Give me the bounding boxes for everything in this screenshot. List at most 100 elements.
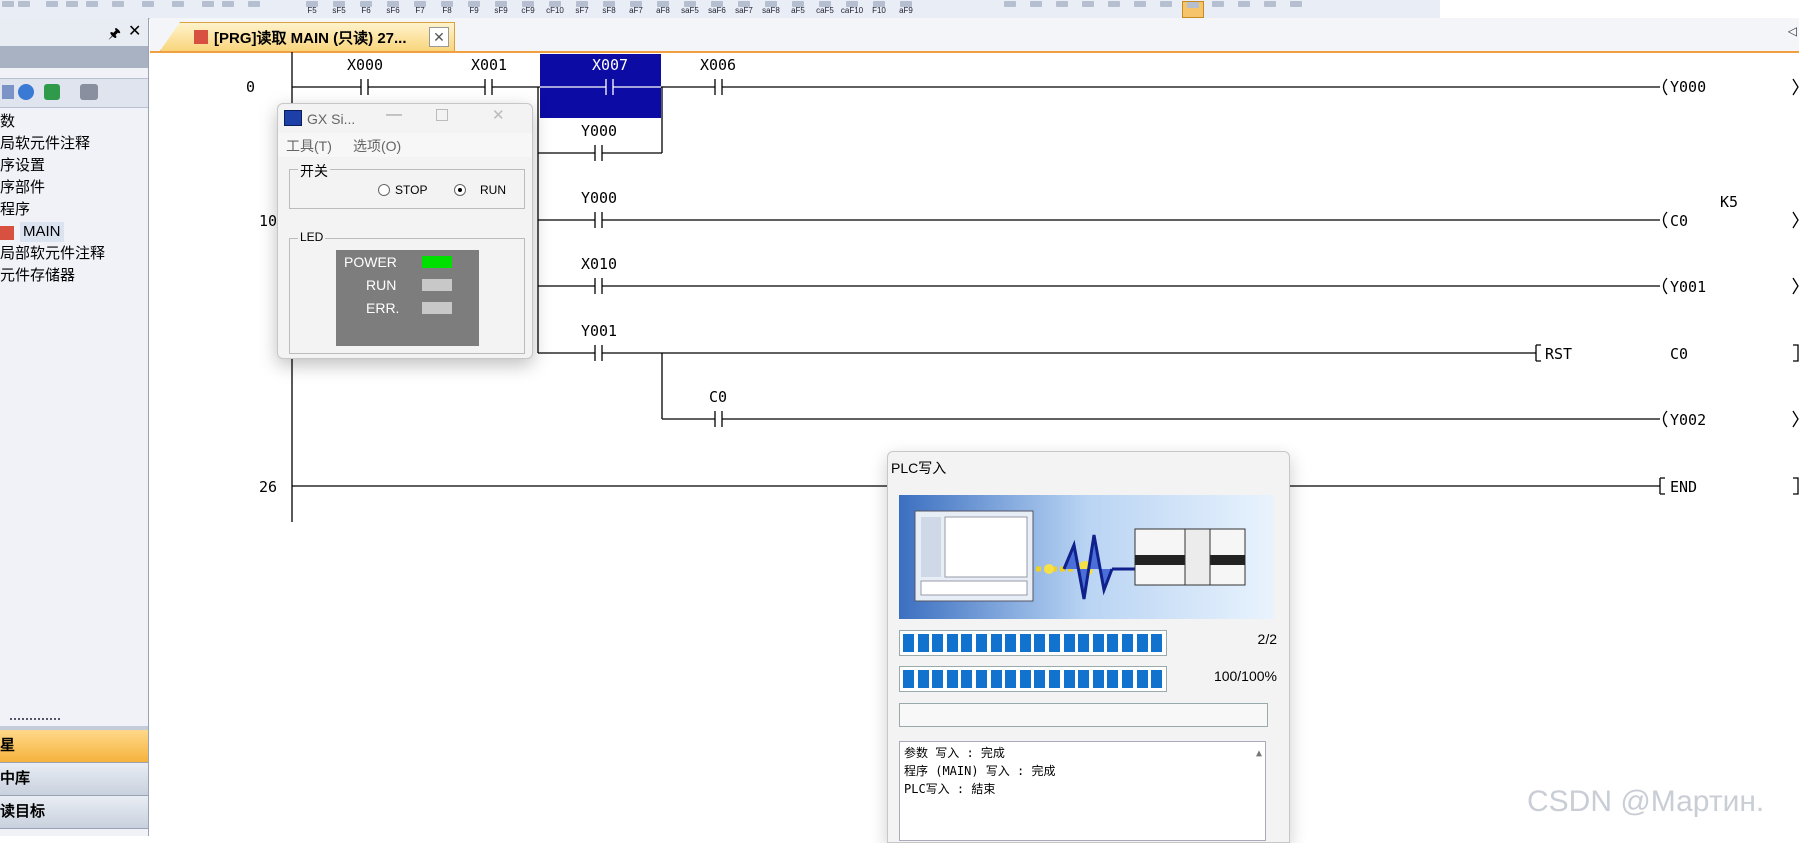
coil-y001[interactable]: Y001 [1670, 278, 1706, 296]
toolbar-fkey-f8[interactable]: F8 [435, 1, 459, 16]
toolbar-view-button[interactable] [1130, 1, 1150, 16]
toolbar-view-button[interactable] [1104, 1, 1124, 16]
minimize-icon[interactable]: — [386, 106, 402, 124]
instruction-rst-operand[interactable]: C0 [1670, 345, 1688, 363]
toolbar-tool-button[interactable] [16, 1, 32, 16]
toolbar-fkey-f10[interactable]: F10 [867, 1, 891, 16]
toolbar-view-button[interactable] [1052, 1, 1072, 16]
progress-segment [961, 670, 973, 688]
toolbar-tool-button[interactable] [110, 1, 126, 16]
progress-segment [1019, 670, 1031, 688]
close-icon[interactable]: ✕ [128, 21, 141, 41]
toolbar-fkey-f7[interactable]: F7 [408, 1, 432, 16]
toolbar-fkey-f5[interactable]: F5 [300, 1, 324, 16]
bottom-tab-project[interactable]: 星 [0, 730, 148, 763]
write-log[interactable]: 参数 写入 : 完成 程序 (MAIN) 写入 : 完成 PLC写入 : 結束 … [899, 741, 1266, 841]
coil-y000[interactable]: Y000 [1670, 78, 1706, 96]
tree-item-program-parts[interactable]: 序部件 [0, 178, 45, 198]
contact-x006[interactable]: X006 [700, 56, 736, 74]
contact-x007[interactable]: X007 [592, 56, 628, 74]
toolbar-tool-button[interactable] [170, 1, 186, 16]
coil-c0[interactable]: C0 [1670, 212, 1688, 230]
settings-dropdown-icon[interactable] [80, 84, 98, 100]
close-window-icon[interactable]: ✕ [492, 106, 505, 124]
bottom-tab-library[interactable]: 中库 [0, 763, 148, 796]
contact-x010[interactable]: X010 [581, 255, 617, 273]
contact-y001[interactable]: Y001 [581, 322, 617, 340]
toolbar-tool-button[interactable] [0, 1, 16, 16]
contact-y000-counter[interactable]: Y000 [581, 189, 617, 207]
toolbar-view-button[interactable] [1078, 1, 1098, 16]
scroll-up-icon[interactable]: ▲ [1256, 745, 1262, 763]
toolbar-view-button[interactable] [1182, 1, 1204, 18]
toolbar-fkey-saf8[interactable]: saF8 [759, 1, 783, 16]
contact-x000[interactable]: X000 [347, 56, 383, 74]
instruction-end[interactable]: END [1670, 478, 1697, 496]
contact-c0[interactable]: C0 [709, 388, 727, 406]
toolbar-fkey-f9[interactable]: F9 [462, 1, 486, 16]
refresh-icon[interactable] [44, 84, 60, 100]
tree-item-local-comment[interactable]: 局部软元件注释 [0, 244, 105, 264]
toolbar-fkey-af8[interactable]: aF8 [651, 1, 675, 16]
toolbar-tool-button[interactable] [246, 1, 262, 16]
toolbar-tool-button[interactable] [200, 1, 216, 16]
run-radio-label[interactable]: RUN [480, 183, 506, 197]
toolbar-fkey-sf9[interactable]: sF9 [489, 1, 513, 16]
progress-segment [1049, 634, 1060, 652]
toolbar-fkey-sf8[interactable]: sF8 [597, 1, 621, 16]
splitter-grip[interactable] [10, 718, 60, 724]
toolbar-fkey-af7[interactable]: aF7 [624, 1, 648, 16]
menu-tools[interactable]: 工具(T) [286, 136, 332, 156]
toolbar-tool-button[interactable] [140, 1, 156, 16]
tree-item-device-memory[interactable]: 元件存储器 [0, 266, 75, 286]
contact-y000-hold[interactable]: Y000 [581, 122, 617, 140]
toolbar-view-button[interactable] [1000, 1, 1020, 16]
toolbar-fkey-cf9[interactable]: cF9 [516, 1, 540, 16]
instruction-rst[interactable]: RST [1545, 345, 1572, 363]
maximize-icon[interactable] [436, 109, 448, 121]
toolbar-view-button[interactable] [1286, 1, 1306, 16]
toolbar-view-button[interactable] [1026, 1, 1046, 16]
toolbar-fkey-caf5[interactable]: caF5 [813, 1, 837, 16]
toolbar-tool-button[interactable] [220, 1, 236, 16]
toolbar-fkey-f6[interactable]: F6 [354, 1, 378, 16]
tree-item-program-settings[interactable]: 序设置 [0, 156, 45, 176]
tree-item-global-comment[interactable]: 局软元件注释 [0, 134, 90, 154]
toolbar-fkey-af5[interactable]: aF5 [786, 1, 810, 16]
toolbar-fkey-sf6[interactable]: sF6 [381, 1, 405, 16]
bottom-tab-connection[interactable]: 读目标 [0, 796, 148, 829]
toolbar-tool-button[interactable] [44, 1, 60, 16]
tree-item-main[interactable]: MAIN [20, 222, 64, 242]
toolbar-view-button[interactable] [1208, 1, 1228, 16]
simulator-app-icon [284, 110, 302, 126]
coil-y002[interactable]: Y002 [1670, 411, 1706, 429]
toolbar-fkey-saf7[interactable]: saF7 [732, 1, 756, 16]
toolbar-view-button[interactable] [1260, 1, 1280, 16]
contact-x001[interactable]: X001 [471, 56, 507, 74]
progress-segment [1034, 670, 1046, 688]
log-line: PLC写入 : 結束 [904, 782, 996, 796]
document-tab-close-icon[interactable]: ✕ [429, 27, 449, 47]
tab-scroll-left-icon[interactable]: ◁ [1788, 24, 1797, 38]
pin-icon[interactable]: 🖈 [108, 23, 121, 47]
toolbar-tool-button[interactable] [64, 1, 80, 16]
toolbar-view-button[interactable] [1156, 1, 1176, 16]
toolbar-fkey-cf10[interactable]: cF10 [543, 1, 567, 16]
run-radio[interactable] [454, 184, 466, 196]
toolbar-fkey-caf10[interactable]: caF10 [840, 1, 864, 16]
switch-group: 开关 STOP RUN [289, 161, 525, 209]
stop-radio-label[interactable]: STOP [395, 183, 427, 197]
tree-item-parameters[interactable]: 数 [0, 112, 15, 132]
toolbar-fkey-saf5[interactable]: saF5 [678, 1, 702, 16]
toolbar-fkey-af9[interactable]: aF9 [894, 1, 918, 16]
toolbar-fkey-sf5[interactable]: sF5 [327, 1, 351, 16]
info-icon[interactable] [18, 84, 34, 100]
toolbar-fkey-sf7[interactable]: sF7 [570, 1, 594, 16]
tree-view-icon[interactable] [2, 85, 14, 99]
toolbar-fkey-saf6[interactable]: saF6 [705, 1, 729, 16]
menu-options[interactable]: 选项(O) [353, 136, 401, 156]
tree-item-program[interactable]: 程序 [0, 200, 30, 220]
toolbar-tool-button[interactable] [84, 1, 100, 16]
toolbar-view-button[interactable] [1234, 1, 1254, 16]
stop-radio[interactable] [378, 184, 390, 196]
